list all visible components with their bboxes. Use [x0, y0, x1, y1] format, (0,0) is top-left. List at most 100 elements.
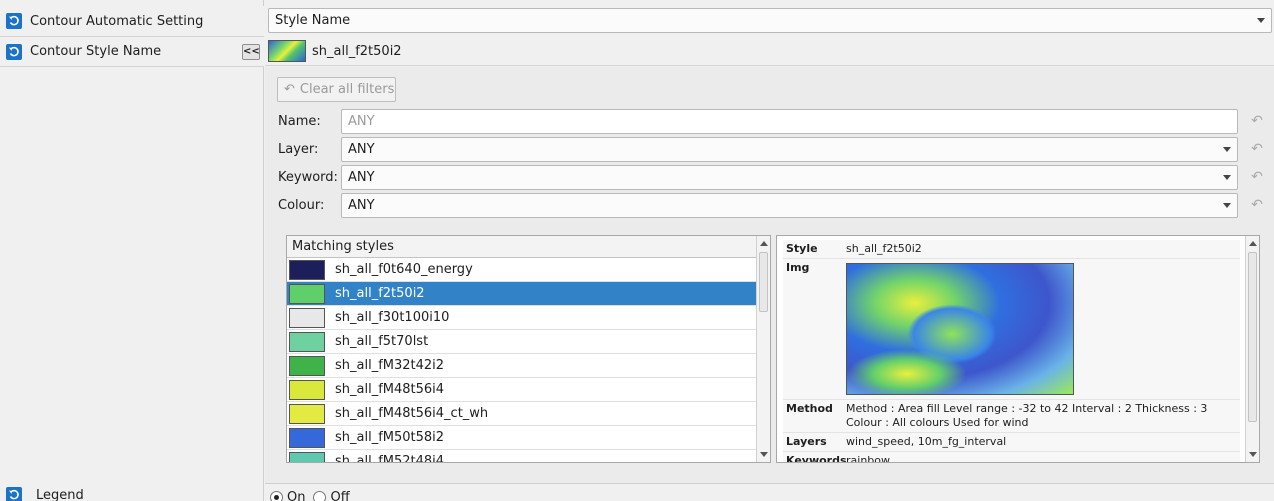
undo-icon[interactable]: ↶ — [1248, 197, 1266, 213]
filter-name-label: Name: — [278, 114, 321, 129]
scroll-up-icon[interactable] — [760, 241, 768, 246]
contour-automatic-setting-combo[interactable]: Style Name — [268, 8, 1272, 33]
list-item[interactable]: sh_all_fM32t42i2 — [287, 354, 757, 378]
undo-icon[interactable]: ↶ — [1248, 141, 1266, 157]
info-row-keywords: Keywords rainbow — [783, 452, 1240, 463]
list-item[interactable]: sh_all_fM48t56i4 — [287, 378, 757, 402]
scroll-handle[interactable] — [759, 252, 768, 312]
info-row-img: Img — [783, 259, 1240, 400]
info-key-keywords: Keywords — [786, 454, 847, 463]
style-thumbnail — [289, 283, 325, 304]
legend-on-label: On — [287, 490, 306, 501]
chevron-down-icon — [1223, 147, 1231, 152]
style-thumbnail — [289, 403, 325, 424]
info-value-method: Method : Area fill Level range : -32 to … — [846, 402, 1208, 429]
chevron-down-icon — [1223, 203, 1231, 208]
legend-label: Legend — [36, 487, 84, 501]
collapse-filter-button[interactable]: << — [242, 43, 260, 60]
style-name: sh_all_fM32t42i2 — [335, 358, 445, 373]
legend-off-label: Off — [330, 490, 350, 501]
list-item[interactable]: sh_all_fM50t58i2 — [287, 426, 757, 450]
style-preview-map-image — [846, 263, 1074, 395]
style-thumbnail — [289, 379, 325, 400]
info-scrollbar[interactable] — [1245, 236, 1259, 462]
style-name: sh_all_f2t50i2 — [335, 286, 425, 301]
contour-automatic-setting-label-row: Contour Automatic Setting — [0, 6, 264, 37]
filter-name-placeholder: ANY — [348, 114, 375, 129]
list-item[interactable]: sh_all_f30t100i10 — [287, 306, 757, 330]
matching-styles-list[interactable]: Matching styles sh_all_f0t640_energy sh_a… — [286, 235, 771, 463]
property-value-column: Style Name sh_all_f2t50i2 ↶ Clear all fi… — [265, 0, 1274, 501]
scroll-down-icon[interactable] — [760, 452, 768, 457]
style-info-table: Style sh_all_f2t50i2 Img Method Method :… — [783, 240, 1240, 463]
filter-colour-combo[interactable]: ANY — [341, 193, 1238, 218]
filter-colour-label: Colour: — [278, 198, 325, 213]
filter-keyword-label: Keyword: — [278, 170, 338, 185]
info-row-style: Style sh_all_f2t50i2 — [783, 240, 1240, 259]
chevron-down-icon — [1257, 18, 1265, 23]
info-value-layers: wind_speed, 10m_fg_interval — [846, 435, 1007, 448]
filter-row-layer: Layer: ANY ↶ — [278, 137, 1274, 162]
list-item[interactable]: sh_all_f2t50i2 — [287, 282, 757, 306]
info-key-img: Img — [786, 261, 810, 274]
contour-automatic-setting-label: Contour Automatic Setting — [30, 13, 204, 29]
filter-colour-value: ANY — [348, 198, 375, 213]
style-name: sh_all_f0t640_energy — [335, 262, 473, 277]
undo-icon[interactable]: ↶ — [1248, 169, 1266, 185]
legend-label-cell: Legend — [0, 485, 264, 501]
list-item[interactable]: sh_all_fM48t56i4_ct_wh — [287, 402, 757, 426]
style-name: sh_all_f30t100i10 — [335, 310, 450, 325]
legend-off-radio[interactable] — [313, 491, 327, 501]
info-key-method: Method — [786, 402, 833, 415]
property-label-column: Contour Automatic Setting Contour Style … — [0, 0, 264, 501]
combo-value: Style Name — [275, 13, 351, 28]
undo-icon[interactable]: ↶ — [1248, 113, 1266, 129]
clear-all-filters-label: Clear all filters — [299, 82, 395, 97]
style-filter-panel: ↶ Clear all filters Name: ANY ↶ Layer: A… — [265, 67, 1274, 484]
info-row-layers: Layers wind_speed, 10m_fg_interval — [783, 433, 1240, 452]
reset-icon[interactable] — [6, 487, 22, 501]
filter-row-colour: Colour: ANY ↶ — [278, 193, 1274, 218]
filter-layer-value: ANY — [348, 142, 375, 157]
legend-radio-group: On Off — [270, 490, 350, 501]
clear-all-filters-button[interactable]: ↶ Clear all filters — [277, 77, 396, 102]
scroll-down-icon[interactable] — [1249, 452, 1257, 457]
list-item[interactable]: sh_all_f0t640_energy — [287, 258, 757, 282]
style-name: sh_all_fM52t48i4 — [335, 454, 445, 463]
undo-icon: ↶ — [284, 82, 295, 97]
style-name: sh_all_f5t70lst — [335, 334, 429, 349]
filter-keyword-combo[interactable]: ANY — [341, 165, 1238, 190]
filter-row-keyword: Keyword: ANY ↶ — [278, 165, 1274, 190]
filter-keyword-value: ANY — [348, 170, 375, 185]
matching-styles-header: Matching styles — [287, 236, 770, 258]
scroll-handle[interactable] — [1248, 252, 1257, 422]
list-scrollbar[interactable] — [756, 236, 770, 462]
info-key-style: Style — [786, 242, 818, 255]
info-value-img — [846, 261, 1237, 397]
info-value-style: sh_all_f2t50i2 — [846, 242, 922, 255]
scroll-up-icon[interactable] — [1249, 241, 1257, 246]
reset-icon[interactable] — [6, 13, 22, 29]
style-thumbnail — [289, 451, 325, 462]
filter-layer-combo[interactable]: ANY — [341, 137, 1238, 162]
legend-on-radio[interactable] — [270, 491, 283, 501]
info-row-method: Method Method : Area fill Level range : … — [783, 400, 1240, 433]
style-info-panel: Style sh_all_f2t50i2 Img Method Method :… — [776, 235, 1260, 463]
style-name: sh_all_fM48t56i4 — [335, 382, 445, 397]
style-name: sh_all_fM50t58i2 — [335, 430, 445, 445]
info-value-keywords: rainbow — [846, 454, 890, 463]
list-item[interactable]: sh_all_f5t70lst — [287, 330, 757, 354]
style-thumbnail — [289, 355, 325, 376]
legend-row: Legend On Off — [0, 485, 1274, 501]
contour-style-name-value: sh_all_f2t50i2 — [265, 37, 1274, 66]
filter-name-input[interactable]: ANY — [341, 109, 1238, 134]
reset-icon[interactable] — [6, 43, 22, 60]
style-thumbnail — [289, 331, 325, 352]
style-thumbnail — [289, 427, 325, 448]
list-item[interactable]: sh_all_fM52t48i4 — [287, 450, 757, 463]
filter-row-name: Name: ANY ↶ — [278, 109, 1274, 134]
style-thumbnail — [289, 259, 325, 280]
chevron-down-icon — [1223, 175, 1231, 180]
style-thumbnail — [289, 307, 325, 328]
contour-style-name-label: Contour Style Name — [30, 44, 162, 59]
